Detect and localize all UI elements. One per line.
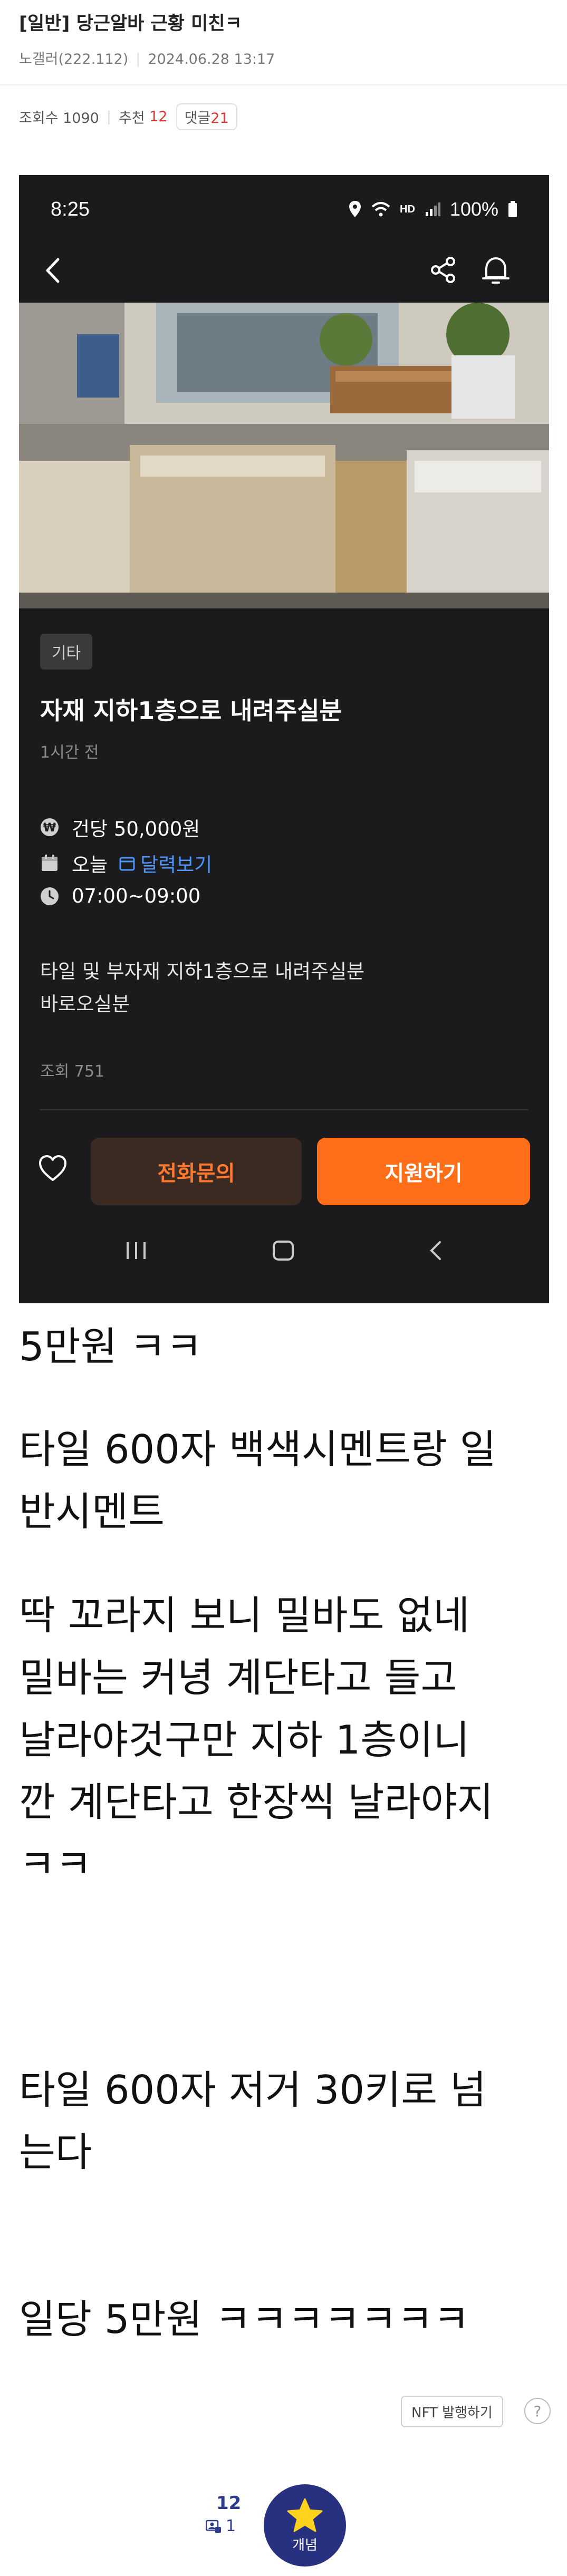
recommend-count: 12 — [149, 109, 168, 125]
post-header: [일반] 당근알바 근황 미친ㅋ 노갤러(222.112) | 2024.06.28… — [0, 0, 567, 85]
calendar-icon — [40, 854, 59, 873]
body-paragraph: 일당 5만원 ㅋㅋㅋㅋㅋㅋㅋ — [19, 2288, 552, 2350]
body-paragraph: 타일 600자 백색시멘트랑 일 반시멘트 — [19, 1418, 552, 1543]
recommend-button[interactable]: 개념 — [264, 2484, 346, 2567]
recommend-area: 12 1 개념 — [200, 2484, 346, 2569]
post-meta: 노갤러(222.112) | 2024.06.28 13:17 — [19, 51, 275, 67]
share-icon[interactable] — [428, 255, 458, 285]
post-title: [일반] 당근알바 근황 미친ㅋ — [19, 13, 242, 34]
body-line: 날라야것구만 지하 1층이니 — [19, 1717, 470, 1763]
apply-button[interactable]: 지원하기 — [317, 1138, 530, 1205]
location-icon — [349, 201, 361, 217]
won-icon: ₩ — [40, 818, 59, 837]
body-line: 딱 꼬라지 보니 밀바도 없네 — [19, 1592, 470, 1639]
post-author[interactable]: 노갤러(222.112) — [19, 51, 128, 67]
recommend-button-label: 개념 — [292, 2537, 318, 2553]
body-line: 밀바는 커녕 계단타고 들고 — [19, 1654, 457, 1701]
comment-badge[interactable]: 댓글21 — [176, 103, 237, 130]
wifi-icon — [371, 202, 390, 217]
post-date: 2024.06.28 13:17 — [148, 51, 275, 67]
network-label: HD — [400, 203, 415, 215]
body-line: 5만원 ㅋㅋ — [19, 1323, 203, 1370]
android-nav-bar — [19, 1219, 549, 1303]
calendar-link[interactable]: 달력보기 — [119, 849, 212, 877]
desc-line: 타일 및 부자재 지하1층으로 내려주실분 — [40, 960, 365, 983]
photo-scene — [19, 303, 549, 608]
fixed-recommend-count: 1 — [226, 2517, 236, 2535]
hours-row: 07:00~09:00 — [40, 885, 200, 907]
pay-row: ₩ 건당 50,000원 — [40, 813, 200, 841]
recommend-label: 추천 — [118, 110, 145, 127]
body-line: 타일 600자 저거 30키로 넘 — [19, 2067, 486, 2113]
action-bar: 전화문의 지원하기 — [19, 1129, 549, 1208]
desc-line: 바로오실분 — [40, 993, 130, 1015]
date-text: 오늘 — [72, 854, 108, 876]
back-icon[interactable] — [44, 257, 60, 284]
comment-label: 댓글 — [184, 110, 211, 127]
heart-icon[interactable] — [38, 1155, 68, 1182]
body-line: 타일 600자 백색시멘트랑 일 — [19, 1426, 496, 1473]
post-stats: 조회수 1090 | 추천 12 댓글21 — [19, 103, 237, 130]
nav-back-icon[interactable] — [425, 1240, 446, 1261]
clock-icon — [40, 887, 59, 906]
status-icons: HD 100% — [348, 198, 517, 220]
calendar-link-label: 달력보기 — [140, 854, 213, 876]
listing-title: 자재 지하1층으로 내려주실분 — [40, 696, 342, 725]
listing-description: 타일 및 부자재 지하1층으로 내려주실분 바로오실분 — [40, 955, 364, 1021]
body-line: 깐 계단타고 한장씩 날라야지 — [19, 1779, 494, 1825]
fixed-recommend: 1 — [206, 2517, 236, 2535]
signal-icon — [425, 202, 440, 216]
hours-text: 07:00~09:00 — [72, 885, 201, 907]
listing-time: 1시간 전 — [40, 743, 99, 762]
comment-count: 21 — [210, 110, 229, 127]
pay-text: 건당 50,000원 — [72, 818, 200, 840]
body-paragraph: 타일 600자 저거 30키로 넘 는다 — [19, 2059, 552, 2183]
body-line: 일당 5만원 ㅋㅋㅋㅋㅋㅋㅋ — [19, 2296, 470, 2342]
star-icon — [287, 2498, 323, 2532]
body-line: ㅋㅋ — [19, 1841, 92, 1887]
body-paragraph: 딱 꼬라지 보니 밀바도 없네 밀바는 커녕 계단타고 들고 날라야것구만 지하… — [19, 1584, 552, 1895]
views-count: 조회수 1090 — [19, 110, 99, 127]
recent-apps-icon[interactable] — [124, 1240, 149, 1261]
category-tag: 기타 — [40, 634, 93, 670]
phone-screenshot: 8:25 HD 100% 기타 자재 지하1층으로 내려주실분 1시간 전 ₩ … — [19, 175, 549, 1303]
battery-icon — [508, 201, 517, 217]
bell-icon[interactable] — [481, 254, 511, 286]
fixed-user-icon — [206, 2520, 221, 2533]
divider — [40, 1109, 528, 1110]
call-button[interactable]: 전화문의 — [91, 1138, 302, 1205]
body-line: 반시멘트 — [19, 1488, 165, 1535]
listing-photo[interactable] — [19, 303, 549, 608]
body-paragraph: 5만원 ㅋㅋ — [19, 1315, 552, 1378]
svg-text:₩: ₩ — [43, 821, 56, 835]
help-icon[interactable]: ? — [524, 2398, 551, 2424]
body-line: 는다 — [19, 2129, 92, 2175]
date-row: 오늘 달력보기 — [40, 849, 212, 877]
battery-percent: 100% — [449, 198, 498, 220]
status-bar: 8:25 HD 100% — [19, 175, 549, 237]
listing-views: 조회 751 — [40, 1062, 104, 1081]
home-icon[interactable] — [271, 1240, 295, 1261]
calendar-link-icon — [119, 857, 135, 871]
recommend-total: 12 — [216, 2493, 242, 2514]
status-time: 8:25 — [51, 198, 90, 220]
app-bar — [19, 237, 549, 311]
nft-mint-button[interactable]: NFT 발행하기 — [401, 2396, 503, 2427]
